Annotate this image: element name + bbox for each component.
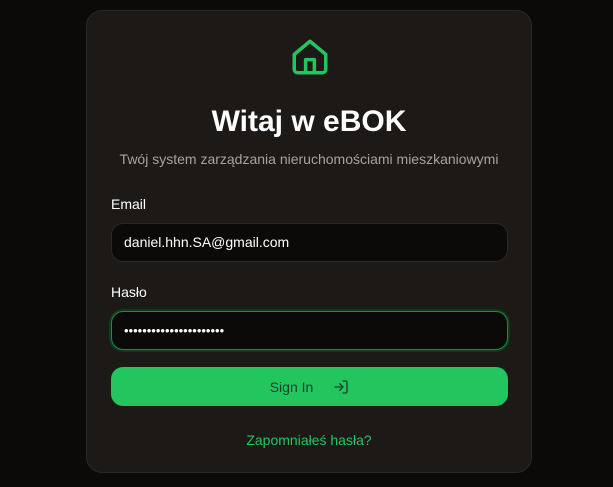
password-field[interactable]: •••••••••••••••••••••• [111, 311, 508, 350]
home-icon [292, 39, 328, 75]
forgot-password-link[interactable]: Zapomniałeś hasła? [87, 432, 531, 448]
email-field[interactable]: daniel.hhn.SA@gmail.com [111, 223, 508, 262]
sign-in-icon [334, 379, 348, 394]
page-title: Witaj w eBOK [211, 105, 407, 138]
sign-in-label: Sign In [269, 378, 314, 395]
page-subtitle: Twój system zarządzania nieruchomościami… [119, 151, 499, 167]
password-label: Hasło [111, 284, 147, 300]
login-card: Witaj w eBOK Twój system zarządzania nie… [86, 10, 532, 473]
email-label: Email [111, 196, 147, 212]
sign-in-button[interactable]: Sign In [111, 367, 508, 406]
